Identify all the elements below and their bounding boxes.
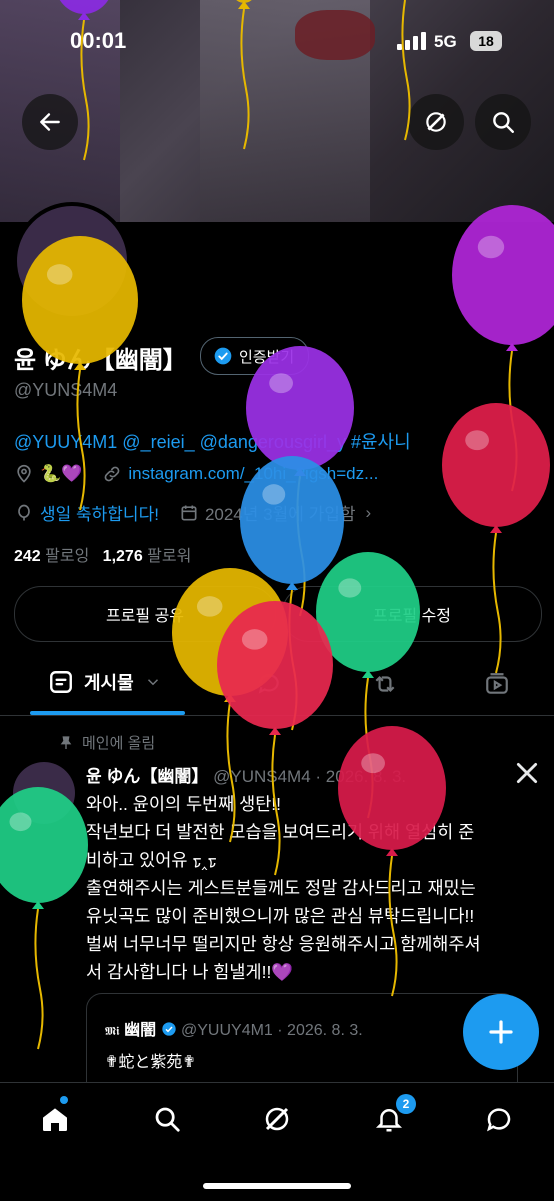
- location-text: 🐍💜: [40, 464, 83, 483]
- post-header: 윤 ゆん【幽闇】 @YUNS4M4 · 2026. 8. 3.: [86, 762, 406, 787]
- nav-search[interactable]: [147, 1099, 187, 1139]
- profile-link[interactable]: instagram.com/_10hi_?igsh=dz...: [128, 464, 378, 484]
- profile-handle: @YUNS4M4: [14, 380, 118, 400]
- quote-header: 𝕸𝖎 幽闇 @YUUY4M1 · 2026. 8. 3.: [105, 1016, 363, 1040]
- profile-bio[interactable]: @YUUY4M1 @_reiei_ @dangerousgirl_y #윤사니: [14, 428, 411, 454]
- quote-author: 幽闇: [124, 1022, 157, 1039]
- home-indicator: [203, 1183, 351, 1189]
- message-icon: [487, 1108, 511, 1132]
- post-author[interactable]: 윤 ゆん【幽闇】: [86, 767, 208, 786]
- verify-label: 인증받기: [239, 348, 295, 366]
- link-icon: [104, 466, 120, 482]
- chevron-down-icon: [147, 679, 158, 686]
- post-handle[interactable]: @YUNS4M4: [213, 767, 311, 786]
- edit-profile-button[interactable]: 프로필 수정: [282, 586, 542, 642]
- active-tab-indicator: [30, 711, 185, 715]
- posts-icon: [50, 671, 72, 693]
- post-text: 와아.. 윤이의 두번째 생탄!! 작년보다 더 발전한 모습을 보여드리기 위…: [86, 790, 536, 986]
- location-pin-icon: [17, 464, 31, 483]
- post-line: 작년보다 더 발전한 모습을 보여드리기 위해 열심히 준: [86, 822, 475, 842]
- quote-text: ✟蛇と紫苑✟: [105, 1054, 196, 1071]
- search-icon: [493, 112, 514, 133]
- quote-avatar-icon: 𝕸𝖎: [105, 1024, 120, 1038]
- profile-avatar[interactable]: [13, 202, 131, 320]
- joined-text: 2024년 3월에 가입함: [204, 505, 356, 524]
- post-line: 와아.. 윤이의 두번째 생탄!!: [86, 794, 282, 814]
- tab-posts-label: 게시물: [84, 673, 134, 693]
- profile-name: 윤 ゆん【幽闇】: [14, 347, 187, 374]
- profile-meta-2: 생일 축하합니다! 2024년 3월에 가입함 ›: [14, 500, 371, 525]
- post-date: · 2026. 8. 3.: [315, 767, 407, 786]
- home-dot-badge: [60, 1096, 68, 1104]
- search-icon: [155, 1107, 180, 1132]
- reply-icon: [258, 674, 279, 694]
- profile-tabs: 게시물: [0, 655, 554, 716]
- battery-icon: 18: [470, 31, 502, 51]
- pinned-label: 메인에 올림: [82, 735, 156, 752]
- notification-badge: 2: [396, 1094, 416, 1114]
- post-line: 서 감사합니다 나 힘낼게!!💜: [86, 962, 294, 982]
- post-line: 벌써 너무너무 떨리지만 항상 응원해주시고 함께해주셔: [86, 934, 481, 954]
- balloon-icon: [18, 504, 30, 520]
- post-line: 유닛곡도 많이 준비했으니까 많은 관심 뷰탁드립니다!!: [86, 906, 475, 926]
- follow-stats: 242 팔로잉 1,276 팔로워: [14, 542, 191, 566]
- signal-icon: [397, 32, 427, 50]
- verified-badge-icon: [161, 1022, 176, 1036]
- chevron-right-icon[interactable]: ›: [366, 503, 372, 523]
- grok-icon: [265, 1107, 289, 1131]
- post-more-button[interactable]: [514, 760, 540, 791]
- arrow-left-icon: [40, 113, 60, 131]
- home-icon: [43, 1108, 67, 1131]
- followers-label[interactable]: 팔로워: [147, 548, 191, 565]
- share-profile-button[interactable]: 프로필 공유: [14, 586, 276, 642]
- verified-badge-icon: [214, 347, 232, 365]
- search-button[interactable]: [475, 94, 531, 150]
- following-count[interactable]: 242: [14, 548, 41, 565]
- birthday-text[interactable]: 생일 축하합니다!: [40, 500, 159, 525]
- post-line: 비하고 있어유 ᢧ‸ᢧ: [86, 850, 217, 870]
- nav-messages[interactable]: [479, 1099, 519, 1139]
- back-button[interactable]: [22, 94, 78, 150]
- quote-date: · 2026. 8. 3.: [277, 1022, 363, 1039]
- tab-posts[interactable]: 게시물: [48, 669, 162, 695]
- following-label[interactable]: 팔로잉: [45, 548, 89, 565]
- network-label: 5G: [434, 32, 457, 51]
- verify-button[interactable]: 인증받기: [200, 337, 310, 375]
- nav-home[interactable]: [35, 1099, 75, 1139]
- repost-icon: [375, 675, 395, 693]
- x-logo-icon: [516, 762, 538, 784]
- profile-meta: 🐍💜 instagram.com/_10hi_?igsh=dz...: [14, 464, 378, 484]
- tab-replies[interactable]: [256, 671, 282, 702]
- balloon: [0, 787, 88, 1050]
- balloon: [452, 205, 554, 492]
- calendar-icon: [181, 505, 197, 520]
- pin-icon: [60, 735, 72, 749]
- plus-icon: [489, 1020, 513, 1044]
- media-icon: [486, 673, 508, 694]
- tab-media[interactable]: [484, 671, 510, 702]
- nav-grok[interactable]: [257, 1099, 297, 1139]
- grok-icon: [426, 112, 446, 132]
- post-line: 출연해주시는 게스트분들께도 정말 감사드리고 재밌는: [86, 878, 476, 898]
- pinned-indicator: 메인에 올림: [58, 732, 155, 753]
- grok-button[interactable]: [408, 94, 464, 150]
- followers-count[interactable]: 1,276: [103, 548, 143, 565]
- quote-handle: @YUUY4M1: [181, 1022, 273, 1039]
- post-avatar[interactable]: [13, 762, 75, 824]
- status-time: 00:01: [70, 28, 127, 53]
- compose-button[interactable]: [463, 994, 539, 1070]
- tab-reposts[interactable]: [372, 671, 398, 702]
